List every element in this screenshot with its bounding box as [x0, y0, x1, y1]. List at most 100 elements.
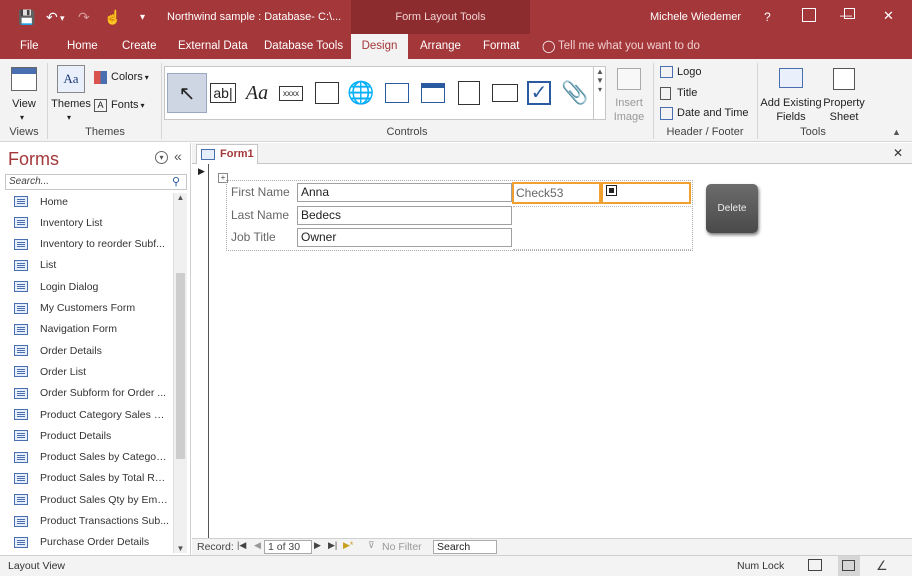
document-title: Northwind sample : Database- C:\... [167, 11, 342, 23]
delete-button[interactable]: Delete [706, 184, 758, 233]
form-icon [14, 536, 28, 548]
button-control-icon[interactable]: xxxx [271, 73, 311, 113]
tab-arrange[interactable]: Arrange [420, 34, 461, 59]
tab-format[interactable]: Format [483, 34, 519, 59]
nav-item[interactable]: Product Sales Qty by Empl... [14, 489, 172, 510]
hyperlink-icon[interactable]: 🌐 [341, 73, 381, 113]
add-fields-icon [779, 68, 803, 88]
customize-qat-icon[interactable]: ▾ [140, 12, 145, 23]
fonts-button[interactable]: A Fonts ▾ [94, 98, 145, 112]
tab-design[interactable]: Design [351, 34, 408, 59]
next-record-icon[interactable]: ▶ [314, 540, 321, 551]
nav-item[interactable]: Order Subform for Order ... [14, 383, 172, 404]
close-button[interactable]: ✕ [883, 8, 894, 24]
field-textbox[interactable]: Anna [297, 183, 512, 202]
nav-item[interactable]: Product Details [14, 425, 172, 446]
nav-item[interactable]: Login Dialog [14, 276, 172, 297]
nav-item[interactable]: My Customers Form [14, 298, 172, 319]
check-label-box[interactable]: Check53 [512, 182, 601, 204]
check-box-cell[interactable] [601, 182, 691, 204]
nav-menu-icon[interactable]: ▾ [155, 151, 168, 164]
gallery-scroll[interactable]: ▲ ▼ ▾ [593, 67, 606, 119]
layout-view-icon[interactable] [838, 556, 860, 576]
tab-home[interactable]: Home [67, 34, 98, 59]
date-time-button[interactable]: Date and Time [660, 106, 749, 120]
user-name[interactable]: Michele Wiedemer [650, 11, 741, 23]
view-button[interactable]: View ▾ [6, 63, 42, 129]
web-browser-control-icon[interactable] [377, 73, 417, 113]
nav-item[interactable]: Order List [14, 361, 172, 382]
shutter-bar-close-icon[interactable]: « [174, 148, 182, 164]
nav-item[interactable]: Product Sales by Total Rev... [14, 468, 172, 489]
undo-dropdown-icon[interactable]: ▾ [60, 13, 65, 24]
attachment-icon[interactable]: 📎 [555, 73, 595, 113]
ribbon-display-options-icon[interactable] [802, 8, 816, 22]
nav-item[interactable]: Purchase Order Details [14, 532, 172, 553]
save-icon[interactable]: 💾 [18, 9, 35, 26]
filter-status[interactable]: No Filter [382, 541, 422, 553]
field-textbox[interactable]: Bedecs [297, 205, 512, 225]
close-document-icon[interactable]: ✕ [893, 146, 903, 160]
empty-layout-cells [513, 206, 691, 250]
nav-item[interactable]: Navigation Form [14, 319, 172, 340]
maximize-button[interactable] [844, 8, 855, 19]
checkbox[interactable] [606, 185, 617, 196]
touch-mode-icon[interactable]: ☝ [104, 9, 121, 26]
property-sheet-button[interactable]: Property Sheet [822, 66, 866, 124]
nav-item[interactable]: Product Sales by Category... [14, 447, 172, 468]
title-button[interactable]: Title [660, 86, 697, 100]
colors-button[interactable]: Colors ▾ [94, 70, 149, 84]
themes-button[interactable]: Aa Themes ▾ [51, 63, 91, 129]
help-button[interactable]: ? [764, 10, 771, 24]
add-fields-label: Add Existing [760, 97, 822, 109]
nav-item[interactable]: Inventory List [14, 212, 172, 233]
add-existing-fields-button[interactable]: Add Existing Fields [760, 66, 822, 124]
insert-image-button: Insert Image [610, 66, 648, 124]
check-box-icon[interactable]: ✓ [519, 73, 559, 113]
design-view-icon[interactable]: ∠ [876, 558, 888, 574]
tab-file[interactable]: File [20, 34, 39, 59]
form-view-icon[interactable] [808, 559, 822, 571]
nav-item[interactable]: Product Category Sales by... [14, 404, 172, 425]
first-record-icon[interactable]: |◀ [237, 540, 246, 551]
record-navigation-bar: Record: |◀ ◀ 1 of 30 ▶ ▶| ▶* ⊽ No Filter… [192, 538, 912, 555]
nav-item-label: Product Sales Qty by Empl... [40, 493, 170, 506]
title-bar: 💾 ↶ ▾ ↷ ☝ ▾ Northwind sample : Database-… [0, 0, 912, 34]
option-group-icon[interactable] [449, 73, 489, 113]
title-label: Title [677, 87, 698, 99]
form-icon [14, 323, 28, 335]
record-selector[interactable]: ▶ [192, 164, 209, 538]
nav-item[interactable]: List [14, 255, 172, 276]
navigation-control-icon[interactable] [413, 73, 453, 113]
collapse-ribbon-icon[interactable]: ▲ [892, 127, 901, 137]
nav-item-label: Purchase Order Details [40, 536, 150, 549]
tab-external-data[interactable]: External Data [178, 34, 248, 59]
search-icon[interactable]: ⚲ [172, 175, 180, 188]
form-icon [14, 302, 28, 314]
last-record-icon[interactable]: ▶| [328, 540, 337, 551]
new-record-icon[interactable]: ▶* [343, 540, 353, 551]
tab-create[interactable]: Create [122, 34, 157, 59]
nav-item[interactable]: Inventory to reorder Subf... [14, 234, 172, 255]
tab-form1[interactable]: Form1 [196, 144, 258, 165]
property-sheet-icon [833, 68, 855, 90]
record-search-box[interactable]: Search [433, 540, 497, 554]
image-icon [617, 68, 641, 90]
nav-pane-title[interactable]: Forms [8, 149, 59, 170]
field-textbox[interactable]: Owner [297, 228, 512, 247]
nav-scrollbar[interactable]: ▲ ▼ [173, 193, 187, 553]
num-lock-status: Num Lock [737, 560, 785, 572]
nav-item-label: Navigation Form [40, 323, 118, 336]
nav-item[interactable]: Home [14, 191, 172, 212]
undo-icon[interactable]: ↶ [46, 9, 58, 26]
logo-button[interactable]: Logo [660, 65, 701, 79]
nav-search-box[interactable]: Search... ⚲ [5, 174, 187, 190]
nav-item[interactable]: Product Transactions Sub... [14, 511, 172, 532]
label-glyph: Aa [245, 81, 269, 104]
previous-record-icon: ◀ [254, 540, 261, 550]
record-position[interactable]: 1 of 30 [264, 540, 312, 554]
select-pointer-icon[interactable]: ↖ [167, 73, 207, 113]
nav-item[interactable]: Order Details [14, 340, 172, 361]
tell-me-box[interactable]: Tell me what you want to do [558, 34, 700, 59]
tab-database-tools[interactable]: Database Tools [264, 34, 343, 59]
